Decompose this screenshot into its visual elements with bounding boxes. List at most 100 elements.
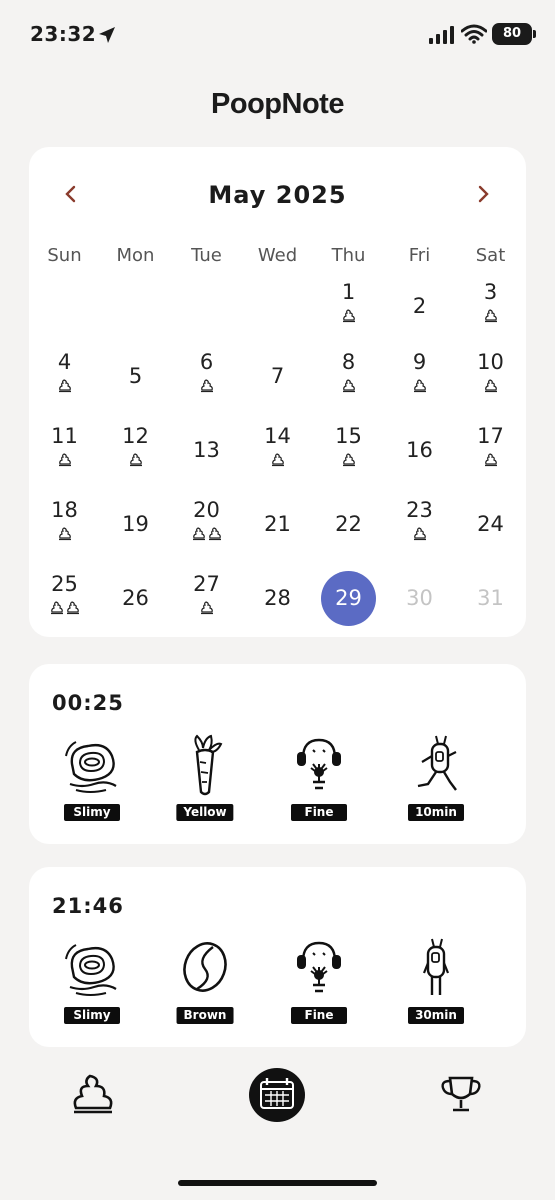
weekday-label: Sat: [475, 245, 506, 266]
poop-mark-icon: [50, 601, 63, 615]
calendar-day[interactable]: 8: [313, 349, 384, 421]
calendar-day[interactable]: 26: [100, 571, 171, 643]
day-number: 3: [483, 280, 498, 304]
poop-count-marks: [29, 378, 100, 394]
poop-mark-icon: [413, 527, 426, 541]
calendar-day[interactable]: 13: [171, 423, 242, 495]
calendar-day[interactable]: 24: [455, 497, 526, 569]
calendar-day[interactable]: 4: [29, 349, 100, 421]
calendar-day[interactable]: 18: [29, 497, 100, 569]
calendar-day[interactable]: 3: [455, 279, 526, 351]
attribute-tag: Fine: [291, 804, 347, 821]
calendar-day[interactable]: 9: [384, 349, 455, 421]
day-number: 9: [412, 350, 427, 374]
entry-time: 00:25: [52, 691, 124, 715]
calendar-day[interactable]: 17: [455, 423, 526, 495]
day-number: 28: [264, 586, 291, 610]
calendar-day[interactable]: 22: [313, 497, 384, 569]
poop-mark-icon: [484, 309, 497, 323]
weekday-label: Thu: [331, 245, 366, 266]
poop-count-marks: [171, 600, 242, 616]
location-arrow-icon: [99, 27, 115, 43]
trophy-icon[interactable]: [438, 1072, 484, 1118]
slimy-texture-icon: [65, 741, 117, 793]
poop-log-icon[interactable]: [70, 1072, 116, 1118]
poop-count-marks: [29, 526, 100, 542]
attribute-tag: Yellow: [176, 804, 234, 821]
attribute-tag: Brown: [176, 1007, 234, 1024]
day-number: 2: [412, 294, 427, 318]
fine-feeling-icon: [297, 941, 341, 993]
attribute-tag: Slimy: [64, 804, 120, 821]
calendar-day[interactable]: 23: [384, 497, 455, 569]
calendar-day[interactable]: 28: [242, 571, 313, 643]
tab-bar: [0, 1048, 555, 1148]
calendar-icon[interactable]: [247, 1066, 307, 1124]
day-number: 25: [51, 572, 78, 596]
chevron-right-icon: [478, 185, 489, 203]
poop-count-marks: [171, 378, 242, 394]
calendar-day[interactable]: 1: [313, 279, 384, 351]
calendar-day[interactable]: 21: [242, 497, 313, 569]
poop-mark-icon: [342, 453, 355, 467]
calendar-day[interactable]: 2: [384, 279, 455, 351]
attribute-tag: 30min: [408, 1007, 464, 1024]
poop-mark-icon: [208, 527, 221, 541]
calendar-day[interactable]: 12: [100, 423, 171, 495]
calendar-day[interactable]: 29: [313, 571, 384, 643]
calendar-day[interactable]: 25: [29, 571, 100, 643]
calendar-day[interactable]: 31: [455, 571, 526, 643]
poop-count-marks: [455, 308, 526, 324]
poop-mark-icon: [484, 379, 497, 393]
poop-count-marks: [171, 526, 242, 542]
day-number: 11: [51, 424, 78, 448]
poop-mark-icon: [200, 601, 213, 615]
calendar-day[interactable]: 19: [100, 497, 171, 569]
day-number: 6: [199, 350, 214, 374]
weekday-label: Tue: [191, 245, 222, 266]
poop-mark-icon: [66, 601, 79, 615]
poop-count-marks: [29, 452, 100, 468]
cellular-signal-icon: [429, 26, 454, 44]
calendar-day[interactable]: 16: [384, 423, 455, 495]
calendar-day[interactable]: 20: [171, 497, 242, 569]
poop-mark-icon: [342, 379, 355, 393]
calendar-day[interactable]: 11: [29, 423, 100, 495]
calendar-day[interactable]: 14: [242, 423, 313, 495]
entry-time: 21:46: [52, 894, 124, 918]
entry-card[interactable]: 00:25 Slimy Yellow Fine 10min: [29, 664, 526, 844]
battery-tip: [533, 30, 536, 38]
slimy-texture-icon: [65, 944, 117, 996]
attribute-tag: 10min: [408, 804, 464, 821]
day-number: 15: [335, 424, 362, 448]
day-number: 1: [341, 280, 356, 304]
calendar-day[interactable]: 5: [100, 349, 171, 421]
calendar-day[interactable]: 7: [242, 349, 313, 421]
next-month-button[interactable]: [468, 179, 498, 209]
entry-attribute: 10min: [396, 734, 476, 824]
poop-count-marks: [100, 452, 171, 468]
poop-count-marks: [29, 600, 100, 616]
calendar-day[interactable]: 30: [384, 571, 455, 643]
running-duration-icon: [417, 735, 457, 791]
poop-mark-icon: [58, 379, 71, 393]
entry-attribute: Fine: [279, 937, 359, 1027]
fine-feeling-icon: [297, 738, 341, 790]
poop-mark-icon: [192, 527, 205, 541]
calendar-day[interactable]: 6: [171, 349, 242, 421]
day-number: 29: [335, 586, 362, 610]
entry-attribute: Slimy: [52, 937, 132, 1027]
entry-card[interactable]: 21:46 Slimy Brown Fine 30min: [29, 867, 526, 1047]
calendar-day[interactable]: 10: [455, 349, 526, 421]
day-number: 18: [51, 498, 78, 522]
poop-count-marks: [313, 378, 384, 394]
entry-attribute: Yellow: [165, 734, 245, 824]
poop-count-marks: [242, 452, 313, 468]
entry-attribute: Brown: [165, 937, 245, 1027]
poop-mark-icon: [129, 453, 142, 467]
standing-duration-icon: [422, 938, 450, 995]
calendar-day[interactable]: 15: [313, 423, 384, 495]
attribute-tag: Slimy: [64, 1007, 120, 1024]
calendar-day[interactable]: 27: [171, 571, 242, 643]
entry-attribute: Fine: [279, 734, 359, 824]
